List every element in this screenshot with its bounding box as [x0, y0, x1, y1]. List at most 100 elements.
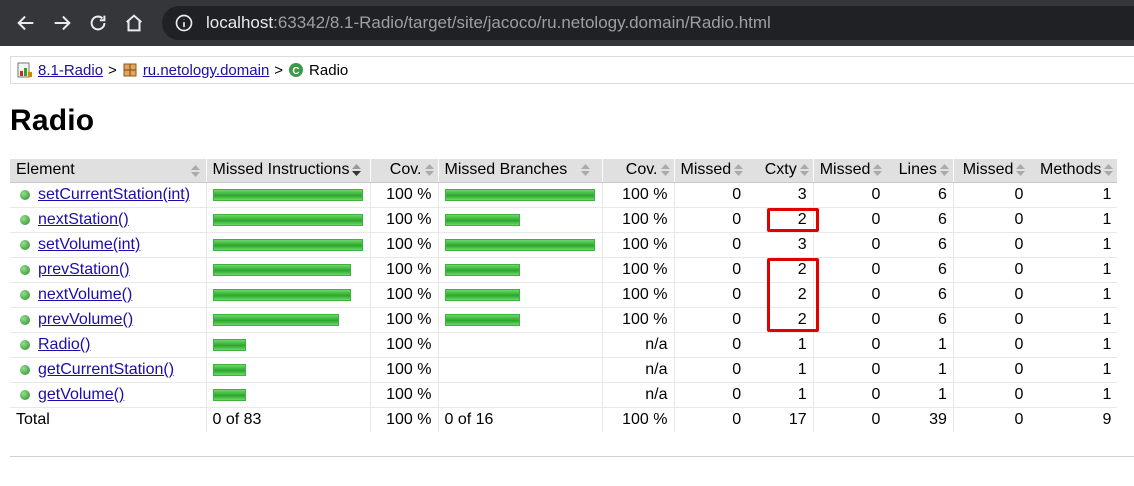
- instructions-bar-cell: [205, 307, 370, 333]
- table-row: Radio() 100 % n/a 0 1 0 1 0 1: [10, 332, 1118, 358]
- sort-icon: [190, 165, 200, 177]
- breadcrumb-current-class: Radio: [309, 61, 349, 79]
- url-path: :63342/8.1-Radio/target/site/jacoco/ru.n…: [273, 13, 771, 32]
- home-button[interactable]: [116, 5, 152, 41]
- method-link[interactable]: nextStation(): [38, 211, 129, 229]
- instructions-coverage-bar: [212, 388, 246, 401]
- branches-coverage-bar: [444, 288, 520, 301]
- method-link[interactable]: prevStation(): [38, 261, 130, 279]
- header-missed-instructions[interactable]: Missed Instructions: [205, 159, 370, 183]
- missed-complexity: 0: [673, 257, 748, 283]
- element-cell: Radio(): [10, 332, 206, 358]
- branches-bar-cell: [437, 232, 602, 258]
- breadcrumb-project-link[interactable]: 8.1-Radio: [38, 62, 103, 79]
- breadcrumb-separator: >: [108, 61, 117, 79]
- methods: 1: [1029, 382, 1118, 408]
- footer-divider: [10, 456, 1134, 457]
- sort-icon: [1016, 164, 1026, 177]
- lines: 6: [886, 207, 954, 233]
- branches-coverage: 100 %: [601, 282, 674, 308]
- lines: 6: [886, 182, 954, 208]
- instructions-coverage: 100 %: [369, 357, 438, 383]
- branches-bar-cell: [437, 307, 602, 333]
- header-missed-branches[interactable]: Missed Branches: [437, 159, 602, 183]
- complexity: 2: [747, 257, 814, 283]
- missed-lines: 0: [812, 382, 887, 408]
- total-label: Total: [16, 410, 50, 428]
- complexity-value: 1: [797, 385, 807, 403]
- method-icon: [20, 389, 30, 400]
- back-button[interactable]: [8, 5, 44, 41]
- complexity-value: 1: [797, 360, 807, 378]
- branches-bar-cell: [437, 282, 602, 308]
- header-instructions-coverage[interactable]: Cov.: [369, 159, 438, 183]
- total-row: Total 0 of 83 100 % 0 of 16 100 % 0 17 0…: [10, 407, 1117, 432]
- missed-methods: 0: [952, 182, 1030, 208]
- total-instructions-coverage: 100 %: [369, 407, 438, 432]
- methods: 1: [1029, 357, 1118, 383]
- methods: 1: [1029, 282, 1118, 308]
- header-methods[interactable]: Methods: [1029, 159, 1118, 183]
- method-link[interactable]: nextVolume(): [38, 286, 132, 304]
- element-cell: prevStation(): [10, 257, 206, 283]
- instructions-coverage-bar: [212, 363, 246, 376]
- instructions-coverage-bar: [212, 338, 246, 351]
- methods: 1: [1029, 332, 1118, 358]
- complexity-value: 2: [797, 260, 807, 278]
- total-branches-coverage: 100 %: [601, 407, 674, 432]
- lines: 1: [886, 332, 954, 358]
- complexity: 1: [747, 332, 814, 358]
- complexity: 3: [747, 232, 814, 258]
- sort-icon: [799, 164, 809, 177]
- header-missed-complexity[interactable]: Missed: [673, 159, 748, 183]
- method-icon: [20, 264, 30, 275]
- sort-descending-icon: [352, 164, 362, 177]
- header-complexity[interactable]: Cxty: [747, 159, 814, 183]
- header-element[interactable]: Element: [10, 159, 206, 183]
- forward-button[interactable]: [44, 5, 80, 41]
- address-bar[interactable]: localhost:63342/8.1-Radio/target/site/ja…: [162, 6, 1134, 40]
- method-link[interactable]: setCurrentStation(int): [38, 186, 190, 204]
- missed-complexity: 0: [673, 307, 748, 333]
- total-lines: 39: [929, 410, 947, 428]
- url-host: localhost: [206, 13, 274, 32]
- missed-complexity: 0: [673, 332, 748, 358]
- sort-icon: [734, 164, 744, 177]
- report-icon: [17, 62, 32, 78]
- methods: 1: [1029, 207, 1118, 233]
- lines: 6: [886, 232, 954, 258]
- header-lines[interactable]: Lines: [886, 159, 954, 183]
- missed-complexity: 0: [673, 232, 748, 258]
- missed-lines: 0: [812, 332, 887, 358]
- method-link[interactable]: Radio(): [38, 336, 90, 354]
- method-link[interactable]: getCurrentStation(): [38, 361, 174, 379]
- complexity: 3: [747, 182, 814, 208]
- reload-button[interactable]: [80, 5, 116, 41]
- header-branches-coverage[interactable]: Cov.: [601, 159, 674, 183]
- element-cell: getVolume(): [10, 382, 206, 408]
- branches-bar-cell: [437, 182, 602, 208]
- header-missed-methods[interactable]: Missed: [952, 159, 1030, 183]
- method-link[interactable]: prevVolume(): [38, 311, 133, 329]
- complexity-value: 3: [797, 185, 807, 203]
- table-row: nextStation() 100 % 100 % 0 2 0 6 0 1: [10, 207, 1118, 233]
- header-missed-lines[interactable]: Missed: [812, 159, 887, 183]
- arrow-left-icon: [17, 15, 34, 31]
- branches-bar-cell: [437, 382, 602, 408]
- home-icon: [126, 14, 142, 32]
- breadcrumb: 8.1-Radio > ru.netology.domain > C Radio: [10, 56, 1134, 84]
- info-icon[interactable]: [174, 13, 194, 33]
- breadcrumb-package-link[interactable]: ru.netology.domain: [143, 62, 269, 79]
- method-link[interactable]: setVolume(int): [38, 236, 140, 254]
- missed-complexity: 0: [673, 282, 748, 308]
- lines: 6: [886, 282, 954, 308]
- sort-icon: [1104, 164, 1114, 177]
- instructions-coverage: 100 %: [369, 257, 438, 283]
- table-row: getVolume() 100 % n/a 0 1 0 1 0 1: [10, 382, 1118, 408]
- class-icon: C: [289, 63, 304, 77]
- method-link[interactable]: getVolume(): [38, 386, 124, 404]
- total-methods: 9: [1102, 410, 1112, 428]
- branches-bar-cell: [437, 207, 602, 233]
- coverage-table: Element Missed Instructions Cov. Missed …: [10, 159, 1118, 432]
- instructions-coverage-bar: [212, 188, 363, 201]
